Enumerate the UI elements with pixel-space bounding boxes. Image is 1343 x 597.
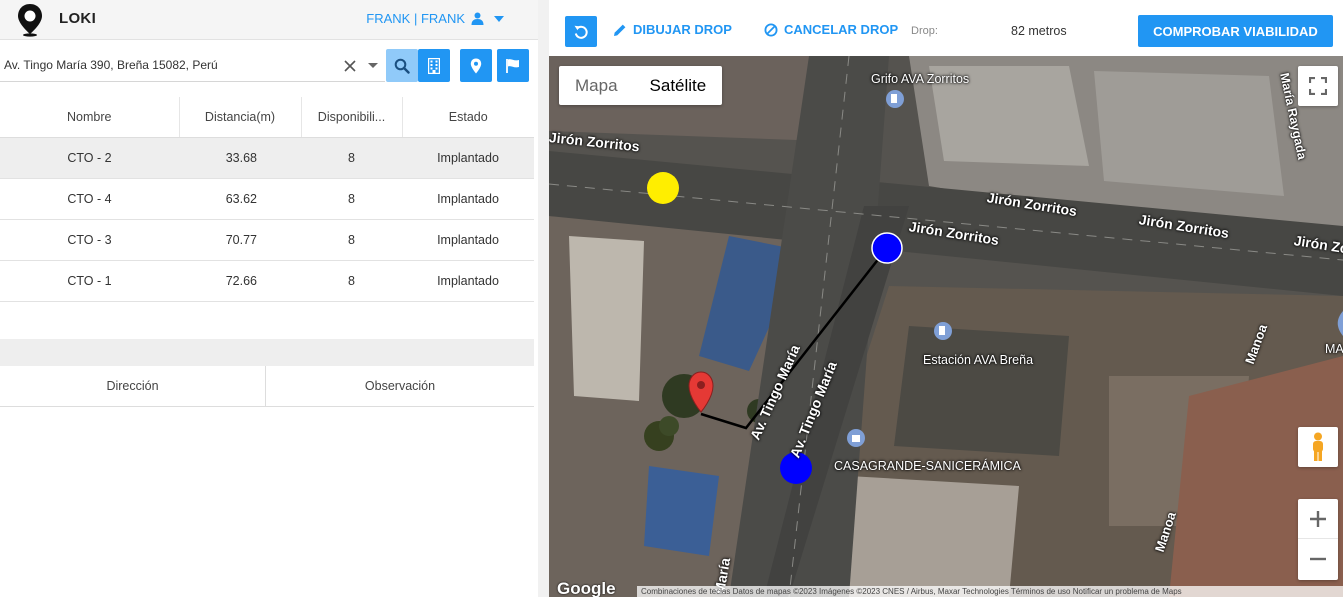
plus-icon <box>1310 510 1326 527</box>
zoom-control <box>1298 499 1338 580</box>
fullscreen-icon <box>1309 77 1327 95</box>
column-header-disponibilidad[interactable]: Disponibili... <box>301 97 403 138</box>
pencil-icon <box>614 24 626 36</box>
draw-drop-label: DIBUJAR DROP <box>633 22 732 37</box>
app-root: LOKI FRANK | FRANK Av. Tingo María 390, … <box>0 0 1343 597</box>
cell-nombre: CTO - 3 <box>0 219 179 261</box>
close-icon[interactable] <box>342 58 358 74</box>
cell-estado: Implantado <box>402 260 534 302</box>
map-panel: DIBUJAR DROP CANCELAR DROP Drop: 82 metr… <box>549 0 1343 597</box>
fullscreen-button[interactable] <box>1298 66 1338 106</box>
cell-nombre: CTO - 1 <box>0 260 179 302</box>
drop-distance-value: 82 metros <box>1011 24 1067 38</box>
cell-disponibilidad: 8 <box>301 219 402 261</box>
app-header: LOKI FRANK | FRANK <box>0 0 538 40</box>
cto-table: Nombre Distancia(m) Disponibili... Estad… <box>0 97 534 302</box>
map-pin-logo-icon <box>18 4 42 37</box>
table-row[interactable]: CTO - 2 33.68 8 Implantado <box>0 137 534 179</box>
map-toolbar: DIBUJAR DROP CANCELAR DROP Drop: 82 metr… <box>549 0 1343 56</box>
gas-station-icon[interactable] <box>886 90 904 108</box>
poi-label: Grifo AVA Zorritos <box>871 72 970 86</box>
dropdown-icon[interactable] <box>368 62 378 70</box>
cell-nombre: CTO - 4 <box>0 178 179 220</box>
column-header-nombre[interactable]: Nombre <box>0 97 180 138</box>
gas-station-icon[interactable] <box>934 322 952 340</box>
cell-nombre: CTO - 2 <box>0 137 179 179</box>
search-button[interactable] <box>386 49 418 82</box>
cancel-drop-label: CANCELAR DROP <box>784 22 899 37</box>
detail-table: Dirección Observación <box>0 366 534 407</box>
satellite-map[interactable]: Jirón Zorritos Jirón Zorritos Jirón Zorr… <box>549 56 1343 597</box>
table-header-row: Nombre Distancia(m) Disponibili... Estad… <box>0 97 534 138</box>
cell-estado: Implantado <box>402 219 534 261</box>
app-title: LOKI <box>59 10 97 27</box>
block-icon <box>764 23 778 36</box>
cancel-drop-button[interactable]: CANCELAR DROP <box>764 22 898 37</box>
shopping-icon[interactable] <box>847 429 865 447</box>
table-row[interactable]: CTO - 3 70.77 8 Implantado <box>0 219 534 261</box>
pegman-icon <box>1313 432 1323 461</box>
building-button[interactable] <box>418 49 450 82</box>
map-type-control: Mapa Satélite <box>559 66 723 105</box>
table-row[interactable]: CTO - 1 72.66 8 Implantado <box>0 260 534 302</box>
tab-satelite[interactable]: Satélite <box>634 66 723 105</box>
building-icon <box>428 57 440 74</box>
column-header-distancia[interactable]: Distancia(m) <box>179 97 302 138</box>
poi-label: MA <box>1325 342 1343 356</box>
column-header-observacion[interactable]: Observación <box>266 366 534 406</box>
cell-distancia: 63.62 <box>179 178 301 220</box>
poi-label: Estación AVA Breña <box>923 353 1034 367</box>
user-icon <box>471 12 484 25</box>
zoom-in-button[interactable] <box>1298 499 1338 539</box>
street-view-button[interactable] <box>1298 427 1338 467</box>
undo-icon <box>574 25 588 39</box>
table-row[interactable]: CTO - 4 63.62 8 Implantado <box>0 178 534 220</box>
search-icon <box>394 58 410 74</box>
user-menu[interactable]: FRANK | FRANK <box>366 11 504 26</box>
left-panel: LOKI FRANK | FRANK Av. Tingo María 390, … <box>0 0 538 597</box>
flag-button[interactable] <box>497 49 529 82</box>
column-header-direccion[interactable]: Dirección <box>0 366 266 406</box>
cell-distancia: 70.77 <box>179 219 301 261</box>
drop-label: Drop: <box>911 25 938 37</box>
user-name-label: FRANK | FRANK <box>366 11 465 26</box>
column-header-estado[interactable]: Estado <box>402 97 534 138</box>
search-row <box>0 49 538 82</box>
yellow-map-marker[interactable] <box>647 172 679 204</box>
cell-distancia: 33.68 <box>179 137 301 179</box>
google-logo: Google <box>557 579 616 597</box>
table-footer-band <box>0 339 534 366</box>
cell-estado: Implantado <box>402 178 534 220</box>
cell-disponibilidad: 8 <box>301 260 402 302</box>
cell-disponibilidad: 8 <box>301 137 402 179</box>
cell-estado: Implantado <box>402 137 534 179</box>
cto-marker[interactable] <box>871 232 903 264</box>
minus-icon <box>1310 557 1326 561</box>
search-input[interactable] <box>0 49 385 82</box>
caret-down-icon <box>494 15 504 22</box>
reset-button[interactable] <box>565 16 597 47</box>
cell-disponibilidad: 8 <box>301 178 402 220</box>
map-marker-button[interactable] <box>460 49 492 82</box>
map-imagery <box>549 56 1343 597</box>
map-attribution[interactable]: Combinaciones de teclas Datos de mapas ©… <box>637 586 1343 597</box>
map-marker-icon <box>470 58 482 73</box>
check-viability-button[interactable]: COMPROBAR VIABILIDAD <box>1138 15 1333 47</box>
zoom-out-button[interactable] <box>1298 539 1338 579</box>
draw-drop-button[interactable]: DIBUJAR DROP <box>613 22 732 37</box>
cell-distancia: 72.66 <box>179 260 301 302</box>
flag-icon <box>506 58 519 73</box>
poi-label: CASAGRANDE-SANICERÁMICA <box>834 459 1021 473</box>
tab-mapa[interactable]: Mapa <box>559 66 634 105</box>
